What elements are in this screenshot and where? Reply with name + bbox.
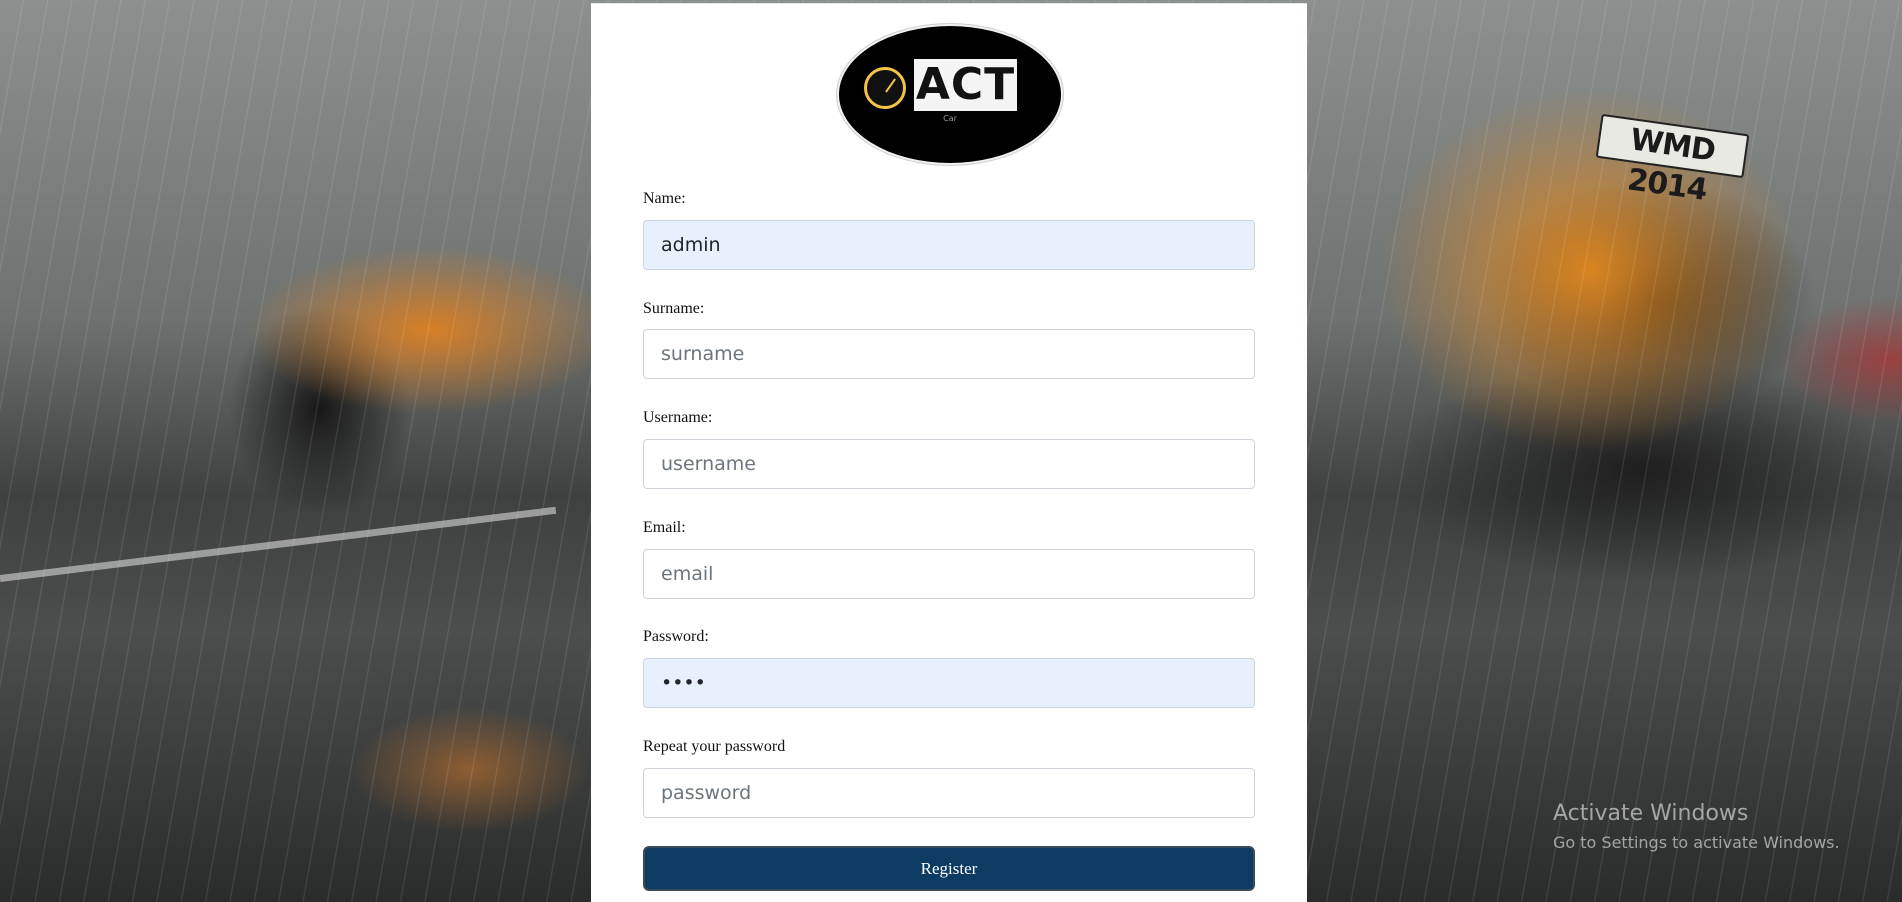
password-label: Password: <box>643 628 709 645</box>
username-label: Username: <box>643 409 713 426</box>
act-car-logo: ACT Car <box>837 24 1063 165</box>
page: WMD 2014 ACT Car Name: Surname: Username… <box>0 0 1902 902</box>
activate-windows-watermark: Activate Windows Go to Settings to activ… <box>1553 800 1840 854</box>
speedometer-icon <box>864 67 906 109</box>
email-input[interactable] <box>643 549 1255 599</box>
password-input[interactable] <box>643 658 1255 708</box>
logo-brand-text: ACT <box>914 59 1017 111</box>
name-input[interactable] <box>643 220 1255 270</box>
repeat-password-input[interactable] <box>643 768 1255 818</box>
email-label: Email: <box>643 519 686 536</box>
logo-subtext: Car <box>943 114 957 123</box>
register-button[interactable]: Register <box>643 846 1255 891</box>
watermark-title: Activate Windows <box>1553 801 1749 826</box>
surname-label: Surname: <box>643 300 705 317</box>
name-label: Name: <box>643 190 686 207</box>
repeat-password-label: Repeat your password <box>643 738 786 755</box>
surname-input[interactable] <box>643 329 1255 379</box>
username-input[interactable] <box>643 439 1255 489</box>
watermark-subtitle: Go to Settings to activate Windows. <box>1553 833 1840 852</box>
registration-panel: ACT Car Name: Surname: Username: Email: … <box>591 3 1307 902</box>
